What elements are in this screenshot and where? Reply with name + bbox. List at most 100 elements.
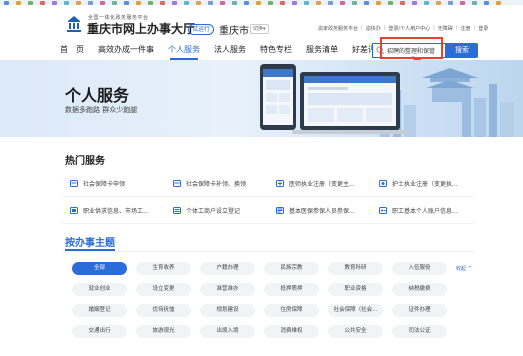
theme-chip[interactable]: 教育科研 bbox=[328, 262, 383, 275]
nav-item-home[interactable]: 首 页 bbox=[60, 42, 84, 60]
hot-service-item[interactable]: 职业供求信息、市场工... bbox=[62, 197, 165, 224]
bookmark-favicon-icon[interactable] bbox=[328, 0, 333, 5]
theme-chip[interactable]: 职业资格 bbox=[328, 283, 383, 296]
theme-chip[interactable]: 准营准办 bbox=[200, 283, 255, 296]
city-switch-button[interactable]: 切换▾ bbox=[250, 24, 269, 34]
util-link-register[interactable]: 注册 bbox=[460, 25, 470, 32]
bookmark-favicon-icon[interactable] bbox=[208, 0, 213, 5]
theme-chip[interactable]: 婚姻登记 bbox=[72, 304, 127, 317]
bookmark-favicon-icon[interactable] bbox=[88, 0, 93, 5]
hot-service-item[interactable]: 医师执业注册（变更主... bbox=[268, 170, 371, 197]
bookmark-favicon-icon[interactable] bbox=[400, 0, 405, 5]
bookmark-favicon-icon[interactable] bbox=[412, 0, 417, 5]
theme-chip[interactable]: 优待抚恤 bbox=[136, 304, 191, 317]
bookmark-favicon-icon[interactable] bbox=[376, 0, 381, 5]
bookmark-favicon-icon[interactable] bbox=[352, 0, 357, 5]
hot-services-grid: 社会保障卡申领 社会保障卡补领、换领 医师执业注册（变更主... 护士执业注册（… bbox=[62, 170, 475, 224]
bookmark-favicon-icon[interactable] bbox=[244, 0, 249, 5]
bookmark-favicon-icon[interactable] bbox=[16, 0, 21, 5]
bookmark-favicon-icon[interactable] bbox=[220, 0, 225, 5]
card-icon bbox=[70, 179, 78, 187]
bookmark-favicon-icon[interactable] bbox=[256, 0, 261, 5]
shop-icon bbox=[173, 206, 181, 214]
util-separator: | bbox=[433, 25, 435, 31]
hot-service-item[interactable]: 护士执业注册（变更执... bbox=[371, 170, 474, 197]
bookmark-favicon-icon[interactable] bbox=[340, 0, 345, 5]
bookmark-favicon-icon[interactable] bbox=[280, 0, 285, 5]
bookmark-favicon-icon[interactable] bbox=[364, 0, 369, 5]
theme-chip[interactable]: 出境入境 bbox=[200, 325, 255, 338]
theme-section-title[interactable]: 按办事主题 bbox=[65, 234, 115, 249]
theme-chip[interactable]: 设立变更 bbox=[136, 283, 191, 296]
bookmark-favicon-icon[interactable] bbox=[124, 0, 129, 5]
banner-subtitle: 数据多跑路 群众少跑腿 bbox=[65, 106, 138, 114]
util-link-user-center[interactable]: 登录/个人用户中心 bbox=[388, 25, 430, 32]
util-link-login[interactable]: 登录 bbox=[478, 25, 488, 32]
util-link-accessibility[interactable]: 无障碍 bbox=[438, 25, 453, 32]
bookmark-favicon-icon[interactable] bbox=[316, 0, 321, 5]
bookmark-favicon-icon[interactable] bbox=[100, 0, 105, 5]
theme-chip[interactable]: 纳税缴费 bbox=[392, 283, 447, 296]
bookmark-favicon-icon[interactable] bbox=[496, 0, 501, 5]
theme-chip[interactable]: 民族宗教 bbox=[264, 262, 319, 275]
nav-item-service-list[interactable]: 服务清单 bbox=[306, 42, 338, 60]
theme-chip[interactable]: 规划建设 bbox=[200, 304, 255, 317]
theme-chip[interactable]: 社会保障（社会... bbox=[328, 304, 383, 317]
collapse-themes-link[interactable]: 收起 ^ bbox=[456, 265, 472, 272]
bookmark-favicon-icon[interactable] bbox=[52, 0, 57, 5]
bookmark-favicon-icon[interactable] bbox=[40, 0, 45, 5]
portal-title[interactable]: 重庆市网上办事大厅 bbox=[87, 20, 195, 37]
bookmark-favicon-icon[interactable] bbox=[4, 0, 9, 5]
hot-service-label: 社会保障卡补领、换领 bbox=[186, 180, 247, 188]
bookmark-favicon-icon[interactable] bbox=[460, 0, 465, 5]
theme-chip[interactable]: 就业创业 bbox=[72, 283, 127, 296]
bookmark-favicon-icon[interactable] bbox=[28, 0, 33, 5]
theme-chip[interactable]: 交通出行 bbox=[72, 325, 127, 338]
theme-chip[interactable]: 抵押质押 bbox=[264, 283, 319, 296]
banner-title: 个人服务 bbox=[65, 86, 130, 105]
hot-service-item[interactable]: 个体工商户设立登记 bbox=[165, 197, 268, 224]
theme-chip[interactable]: 户籍办理 bbox=[200, 262, 255, 275]
bookmark-favicon-icon[interactable] bbox=[232, 0, 237, 5]
hot-service-item[interactable]: 社会保障卡补领、换领 bbox=[165, 170, 268, 197]
bookmark-favicon-icon[interactable] bbox=[304, 0, 309, 5]
bookmark-favicon-icon[interactable] bbox=[160, 0, 165, 5]
theme-chip[interactable]: 生育收养 bbox=[136, 262, 191, 275]
util-link-app[interactable]: 渝快办 bbox=[366, 25, 381, 32]
util-link-platform[interactable]: 渝家政务服务平台 bbox=[318, 25, 358, 32]
theme-chip[interactable]: 消费维权 bbox=[264, 325, 319, 338]
bookmark-favicon-icon[interactable] bbox=[196, 0, 201, 5]
bookmark-favicon-icon[interactable] bbox=[76, 0, 81, 5]
hot-service-label: 职业供求信息、市场工... bbox=[83, 207, 149, 215]
nav-item-legal-services[interactable]: 法人服务 bbox=[214, 42, 246, 60]
bookmark-favicon-icon[interactable] bbox=[184, 0, 189, 5]
bookmark-favicon-icon[interactable] bbox=[268, 0, 273, 5]
info-icon bbox=[70, 206, 78, 214]
nav-item-special-columns[interactable]: 特色专栏 bbox=[260, 42, 292, 60]
theme-chip[interactable]: 公共安全 bbox=[328, 325, 383, 338]
hot-service-item[interactable]: 社会保障卡申领 bbox=[62, 170, 165, 197]
theme-chip[interactable]: 入伍服役 bbox=[392, 262, 447, 275]
bookmark-favicon-icon[interactable] bbox=[424, 0, 429, 5]
theme-chip[interactable]: 全部 bbox=[72, 262, 127, 275]
theme-chip[interactable]: 司法公证 bbox=[392, 325, 447, 338]
nav-item-one-thing[interactable]: 高效办成一件事 bbox=[98, 42, 154, 60]
bookmark-favicon-icon[interactable] bbox=[472, 0, 477, 5]
theme-chip[interactable]: 住房保障 bbox=[264, 304, 319, 317]
bookmark-favicon-icon[interactable] bbox=[148, 0, 153, 5]
nav-item-personal-services[interactable]: 个人服务 bbox=[168, 42, 200, 60]
hot-service-label: 基本医保参保人员参保... bbox=[289, 207, 355, 215]
theme-chip[interactable]: 证件办理 bbox=[392, 304, 447, 317]
bookmark-favicon-icon[interactable] bbox=[112, 0, 117, 5]
bookmark-favicon-icon[interactable] bbox=[436, 0, 441, 5]
hot-service-item[interactable]: 基本医保参保人员参保... bbox=[268, 197, 371, 224]
theme-chip[interactable]: 旅游观光 bbox=[136, 325, 191, 338]
bookmark-favicon-icon[interactable] bbox=[388, 0, 393, 5]
bookmark-favicon-icon[interactable] bbox=[484, 0, 489, 5]
bookmark-favicon-icon[interactable] bbox=[136, 0, 141, 5]
hot-service-item[interactable]: 职工基本个人账户信息... bbox=[371, 197, 474, 224]
bookmark-favicon-icon[interactable] bbox=[64, 0, 69, 5]
bookmark-favicon-icon[interactable] bbox=[292, 0, 297, 5]
bookmark-favicon-icon[interactable] bbox=[172, 0, 177, 5]
bookmark-favicon-icon[interactable] bbox=[448, 0, 453, 5]
